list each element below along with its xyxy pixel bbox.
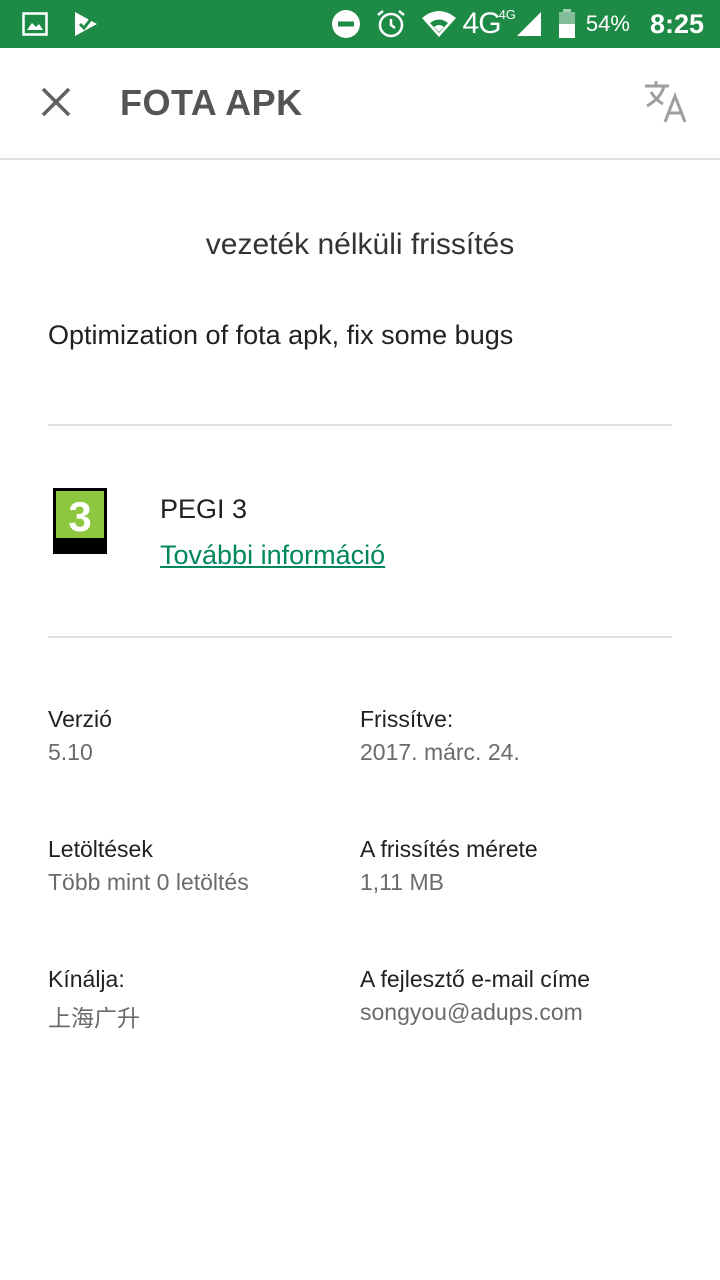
updated-value: 2017. márc. 24. (360, 739, 520, 765)
version-label: Verzió (48, 706, 112, 732)
more-info-link[interactable]: További információ (160, 540, 385, 571)
close-icon (41, 87, 71, 122)
offered-by-value: 上海广升 (48, 1005, 140, 1031)
update-description: Optimization of fota apk, fix some bugs (48, 320, 514, 350)
status-bar-right: 4G 4G 54% 8:25 (331, 6, 704, 42)
downloads-value: Több mint 0 letöltés (48, 869, 249, 895)
clock: 8:25 (649, 8, 704, 39)
signal-icon (516, 11, 542, 37)
page-title: FOTA APK (120, 82, 303, 123)
alarm-icon (375, 8, 407, 40)
divider (48, 636, 672, 638)
status-bar-left (22, 10, 100, 38)
developer-email-label: A fejlesztő e-mail címe (360, 966, 591, 992)
update-size-value: 1,11 MB (360, 869, 444, 895)
pegi-badge-number: 3 (68, 493, 91, 540)
translate-button[interactable] (640, 78, 692, 130)
pegi-rating-badge: 3 (53, 488, 107, 554)
network-type-label: 4G (462, 7, 502, 40)
app-bar: FOTA APK (0, 48, 720, 160)
status-bar: 4G 4G 54% 8:25 (0, 0, 720, 48)
play-store-check-icon (72, 10, 100, 38)
battery-icon (558, 9, 576, 39)
update-subtitle: vezeték nélküli frissítés (205, 228, 515, 261)
developer-email-link[interactable]: songyou@adups.com (360, 999, 583, 1026)
battery-percentage: 54% (585, 11, 630, 36)
offered-by-label: Kínálja: (48, 966, 125, 992)
downloads-label: Letöltések (48, 836, 153, 862)
wifi-icon (421, 10, 457, 38)
close-button[interactable] (30, 78, 82, 130)
update-size-label: A frissítés mérete (360, 836, 538, 862)
pegi-rating-label: PEGI 3 (160, 494, 248, 524)
divider (48, 424, 672, 426)
version-value: 5.10 (48, 739, 93, 765)
translate-icon (643, 80, 689, 129)
do-not-disturb-icon (331, 9, 361, 39)
updated-label: Frissítve: (360, 706, 454, 732)
image-icon (22, 12, 48, 36)
network-type-sup: 4G (498, 6, 516, 22)
